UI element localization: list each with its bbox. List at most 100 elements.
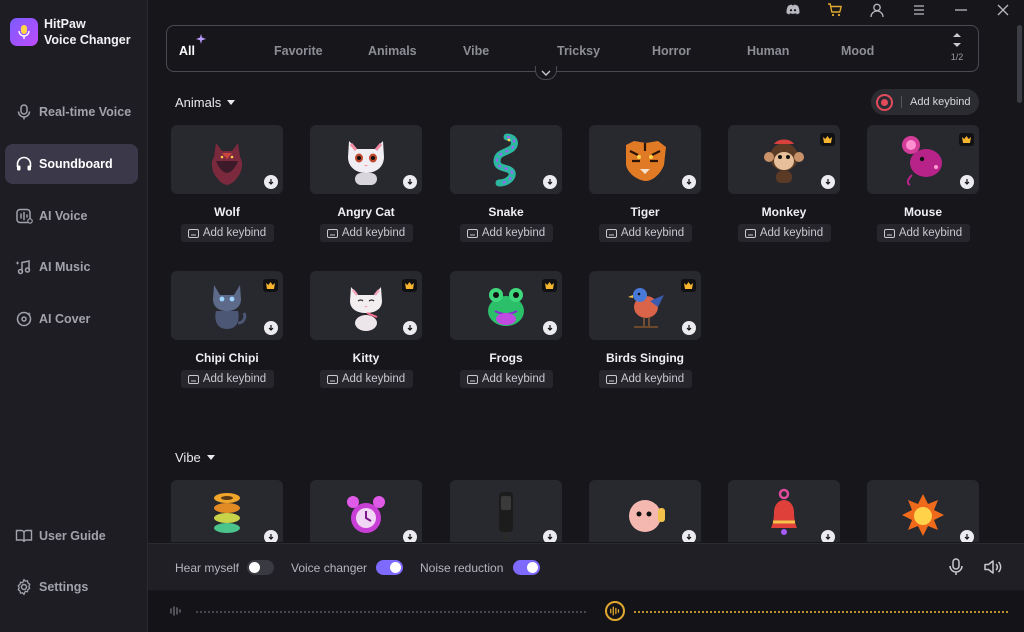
voice-changer-toggle[interactable] [376, 560, 403, 575]
sound-thumbnail[interactable] [310, 480, 422, 542]
sound-thumbnail[interactable] [171, 125, 283, 194]
download-icon[interactable] [543, 530, 557, 542]
sound-card-birds-singing[interactable]: Birds Singing Add keybind [589, 271, 701, 388]
explosion-icon [902, 494, 944, 536]
tab-favorite[interactable]: Favorite [274, 44, 323, 58]
discord-icon[interactable] [772, 0, 814, 20]
tab-vibe[interactable]: Vibe [463, 44, 489, 58]
add-keybind-button[interactable]: Add keybind [598, 224, 692, 242]
add-keybind-button[interactable]: Add keybind [319, 370, 413, 388]
sound-card[interactable] [310, 480, 422, 542]
download-icon[interactable] [960, 175, 974, 189]
sound-card-frogs[interactable]: Frogs Add keybind [450, 271, 562, 388]
sound-thumbnail[interactable] [450, 271, 562, 340]
sound-card[interactable] [728, 480, 840, 542]
sidebar-item-soundboard[interactable]: Soundboard [5, 144, 138, 184]
add-keybind-button[interactable]: Add keybind [459, 370, 553, 388]
sound-card[interactable] [450, 480, 562, 542]
sound-card[interactable] [867, 480, 979, 542]
tab-horror[interactable]: Horror [652, 44, 691, 58]
sound-card-monkey[interactable]: Monkey Add keybind [728, 125, 840, 242]
sound-card-kitty[interactable]: Kitty Add keybind [310, 271, 422, 388]
waveform-playhead[interactable] [605, 601, 625, 621]
add-keybind-button[interactable]: Add keybind [459, 224, 553, 242]
download-icon[interactable] [264, 530, 278, 542]
add-keybind-button[interactable]: Add keybind [180, 370, 274, 388]
sound-thumbnail[interactable] [589, 480, 701, 542]
sound-card[interactable] [171, 480, 283, 542]
add-keybind-button[interactable]: Add keybind [876, 224, 970, 242]
sound-card-snake[interactable]: Snake Add keybind [450, 125, 562, 242]
sound-card-angry-cat[interactable]: Angry Cat Add keybind [310, 125, 422, 242]
add-keybind-record-button[interactable]: Add keybind [871, 89, 979, 115]
sound-name: Birds Singing [606, 351, 684, 365]
download-icon[interactable] [264, 175, 278, 189]
sidebar-item-ai-voice[interactable]: AI Voice [5, 196, 138, 236]
add-keybind-button[interactable]: Add keybind [180, 224, 274, 242]
download-icon[interactable] [821, 530, 835, 542]
tab-pager[interactable]: 1/2 [946, 30, 968, 62]
sound-thumbnail[interactable] [867, 125, 979, 194]
sound-thumbnail[interactable] [867, 480, 979, 542]
app-name-line1: HitPaw [44, 17, 86, 31]
microphone-icon[interactable] [946, 557, 966, 577]
cart-icon[interactable] [814, 0, 856, 20]
download-icon[interactable] [682, 321, 696, 335]
app-name-line2: Voice Changer [44, 33, 131, 47]
close-icon[interactable] [982, 0, 1024, 20]
sound-thumbnail[interactable] [310, 271, 422, 340]
download-icon[interactable] [960, 530, 974, 542]
sound-thumbnail[interactable] [728, 125, 840, 194]
sound-card-chipi-chipi[interactable]: Chipi Chipi Add keybind [171, 271, 283, 388]
sound-thumbnail[interactable] [450, 480, 562, 542]
download-icon[interactable] [403, 321, 417, 335]
section-header-vibe[interactable]: Vibe [175, 450, 215, 465]
speaker-icon [499, 492, 513, 540]
sound-thumbnail[interactable] [589, 125, 701, 194]
mouse-icon [902, 136, 942, 186]
download-icon[interactable] [682, 530, 696, 542]
download-icon[interactable] [821, 175, 835, 189]
speaker-volume-icon[interactable] [983, 557, 1003, 577]
sound-thumbnail[interactable] [310, 125, 422, 194]
sidebar-item-label: Soundboard [39, 157, 113, 171]
section-header-animals[interactable]: Animals [175, 95, 236, 110]
sound-thumbnail[interactable] [171, 480, 283, 542]
add-keybind-button[interactable]: Add keybind [737, 224, 831, 242]
menu-icon[interactable] [898, 0, 940, 20]
sound-thumbnail[interactable] [450, 125, 562, 194]
sidebar-item-real-time-voice[interactable]: Real-time Voice [5, 92, 138, 132]
download-icon[interactable] [403, 175, 417, 189]
hear-myself-toggle[interactable] [247, 560, 274, 575]
download-icon[interactable] [264, 321, 278, 335]
download-icon[interactable] [543, 321, 557, 335]
tab-animals[interactable]: Animals [368, 44, 417, 58]
tab-tricksy[interactable]: Tricksy [557, 44, 600, 58]
sound-card-tiger[interactable]: Tiger Add keybind [589, 125, 701, 242]
collapse-tabs-button[interactable] [535, 66, 557, 80]
add-keybind-button[interactable]: Add keybind [598, 370, 692, 388]
sidebar-item-user-guide[interactable]: User Guide [5, 516, 138, 556]
sound-thumbnail[interactable] [728, 480, 840, 542]
caret-down-icon [227, 100, 236, 105]
sound-card[interactable] [589, 480, 701, 542]
minimize-icon[interactable] [940, 0, 982, 20]
noise-reduction-toggle[interactable] [513, 560, 540, 575]
download-icon[interactable] [682, 175, 696, 189]
gear-icon [17, 578, 31, 596]
sound-card-mouse[interactable]: Mouse Add keybind [867, 125, 979, 242]
tab-all[interactable]: All [179, 44, 195, 58]
download-icon[interactable] [543, 175, 557, 189]
sidebar-item-settings[interactable]: Settings [5, 567, 138, 607]
sidebar-item-ai-music[interactable]: AI Music [5, 247, 138, 287]
sound-thumbnail[interactable] [171, 271, 283, 340]
download-icon[interactable] [403, 530, 417, 542]
sound-thumbnail[interactable] [589, 271, 701, 340]
add-keybind-button[interactable]: Add keybind [319, 224, 413, 242]
tab-human[interactable]: Human [747, 44, 789, 58]
sidebar-item-ai-cover[interactable]: AI Cover [5, 299, 138, 339]
wolf-icon [211, 143, 243, 185]
user-icon[interactable] [856, 0, 898, 20]
sound-card-wolf[interactable]: Wolf Add keybind [171, 125, 283, 242]
tab-mood[interactable]: Mood [841, 44, 874, 58]
